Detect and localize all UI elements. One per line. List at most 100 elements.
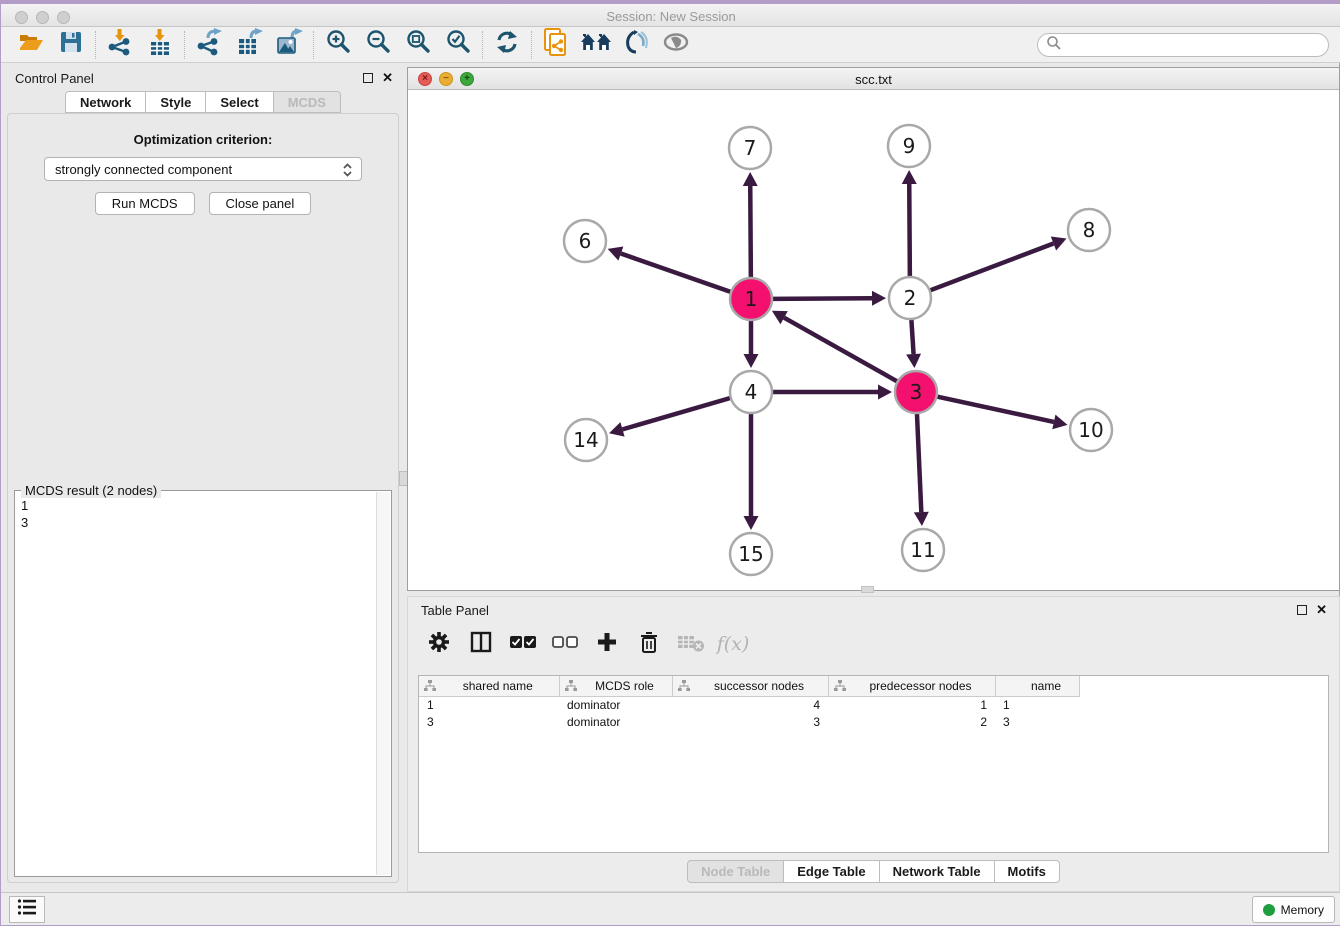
column-header-name[interactable]: name [995,676,1079,696]
delete-column-button[interactable] [634,629,664,659]
tab-style[interactable]: Style [146,91,206,113]
graph-edge-1-7[interactable] [750,186,751,277]
duplicate-network-button[interactable] [536,30,576,60]
function-builder-disabled: f(x) [718,629,748,659]
table-row[interactable]: 3 dominator 3 2 3 [419,713,1079,730]
graph-node-label-15: 15 [738,542,763,566]
graph-edge-2-3[interactable] [911,320,913,354]
graph-edge-1-2[interactable] [773,298,872,299]
apply-layout-button[interactable] [487,30,527,60]
add-column-button[interactable] [592,629,622,659]
export-image-icon [275,28,303,61]
open-session-button[interactable] [11,30,51,60]
zoom-in-button[interactable] [318,30,358,60]
search-field[interactable] [1037,33,1329,57]
table-toolbar: f(x) [408,623,1339,665]
graph-node-label-6: 6 [579,229,592,253]
list-icon [17,898,37,921]
main-toolbar [1,27,1340,63]
export-table-button[interactable] [229,30,269,60]
table-delete-icon [677,631,705,658]
graph-node-4[interactable]: 4 [730,371,772,413]
tab-network-table[interactable]: Network Table [880,860,995,883]
run-mcds-button[interactable]: Run MCDS [95,192,195,215]
tab-motifs[interactable]: Motifs [995,860,1060,883]
criterion-select[interactable]: strongly connected component [44,157,362,181]
close-panel-icon[interactable]: ✕ [382,72,393,84]
network-window-titlebar[interactable]: × − + scc.txt [408,68,1339,90]
close-panel-button[interactable]: Close panel [209,192,312,215]
search-input[interactable] [1062,35,1328,55]
toolbar-separator [313,31,314,59]
tab-mcds[interactable]: MCDS [274,91,341,113]
tab-node-table[interactable]: Node Table [687,860,784,883]
show-hide-button[interactable] [656,30,696,60]
graph-node-8[interactable]: 8 [1068,209,1110,251]
select-all-button[interactable] [508,629,538,659]
graph-node-label-2: 2 [904,286,917,310]
graph-node-15[interactable]: 15 [730,533,772,575]
column-header-shared-name[interactable]: shared name [419,676,559,696]
duplicate-network-icon [542,27,570,62]
import-table-button[interactable] [140,30,180,60]
graph-node-10[interactable]: 10 [1070,409,1112,451]
graph-node-3[interactable]: 3 [895,371,937,413]
graph-node-11[interactable]: 11 [902,529,944,571]
float-table-panel-icon[interactable] [1297,605,1307,615]
export-image-button[interactable] [269,30,309,60]
first-neighbors-button[interactable] [576,30,616,60]
column-header-mcds-role[interactable]: MCDS role [559,676,672,696]
graph-node-6[interactable]: 6 [564,220,606,262]
graph-node-1[interactable]: 1 [730,278,772,320]
graph-edge-2-8[interactable] [931,243,1054,290]
column-view-button[interactable] [466,629,496,659]
graph-arrowhead-1-2 [872,291,886,306]
column-header-predecessor-nodes[interactable]: predecessor nodes [828,676,995,696]
show-style-button[interactable] [616,30,656,60]
graph-node-14[interactable]: 14 [565,419,607,461]
import-network-button[interactable] [100,30,140,60]
table-settings-button[interactable] [424,629,454,659]
graph-node-label-9: 9 [903,134,916,158]
table-panel: Table Panel ✕ f(x) shared name MCDS role… [407,596,1340,892]
graph-edge-3-10[interactable] [937,397,1053,422]
result-scrollbar[interactable] [376,492,390,875]
zoom-out-button[interactable] [358,30,398,60]
graph-edge-4-14[interactable] [622,398,729,429]
memory-label: Memory [1281,903,1324,917]
graph-node-7[interactable]: 7 [729,127,771,169]
graph-node-2[interactable]: 2 [889,277,931,319]
zoom-selected-button[interactable] [438,30,478,60]
deselect-all-button[interactable] [550,629,580,659]
column-header-successor-nodes[interactable]: successor nodes [672,676,828,696]
table-row[interactable]: 1 dominator 4 1 1 [419,696,1079,713]
graph-edge-3-11[interactable] [917,414,921,512]
task-history-button[interactable] [9,896,45,923]
export-network-icon [195,28,223,61]
export-network-button[interactable] [189,30,229,60]
graph-arrowhead-1-7 [743,172,758,186]
graph-edge-2-9[interactable] [909,184,910,276]
graph-edge-1-6[interactable] [621,254,730,292]
window-title: Session: New Session [1,9,1340,24]
save-session-button[interactable] [51,30,91,60]
graph-node-9[interactable]: 9 [888,125,930,167]
memory-button[interactable]: Memory [1252,896,1335,923]
tab-select[interactable]: Select [206,91,273,113]
graph-node-label-7: 7 [744,136,757,160]
delete-table-button-disabled [676,629,706,659]
graph-node-label-11: 11 [910,538,935,562]
tab-network[interactable]: Network [65,91,146,113]
mcds-result-line: 3 [21,514,369,531]
graph-edge-3-1[interactable] [784,318,897,382]
node-table-grid: shared name MCDS role successor nodes pr… [418,675,1329,853]
zoom-fit-button[interactable] [398,30,438,60]
refresh-icon [494,29,520,60]
float-panel-icon[interactable] [363,73,373,83]
criterion-value: strongly connected component [55,162,232,177]
table-splitter-handle[interactable] [861,586,874,593]
close-table-panel-icon[interactable]: ✕ [1316,604,1327,616]
tab-edge-table[interactable]: Edge Table [784,860,879,883]
network-graph-canvas[interactable]: 7 9 6 8 1 2 4 3 14 10 15 11 [408,90,1339,590]
tree-icon [424,680,436,695]
